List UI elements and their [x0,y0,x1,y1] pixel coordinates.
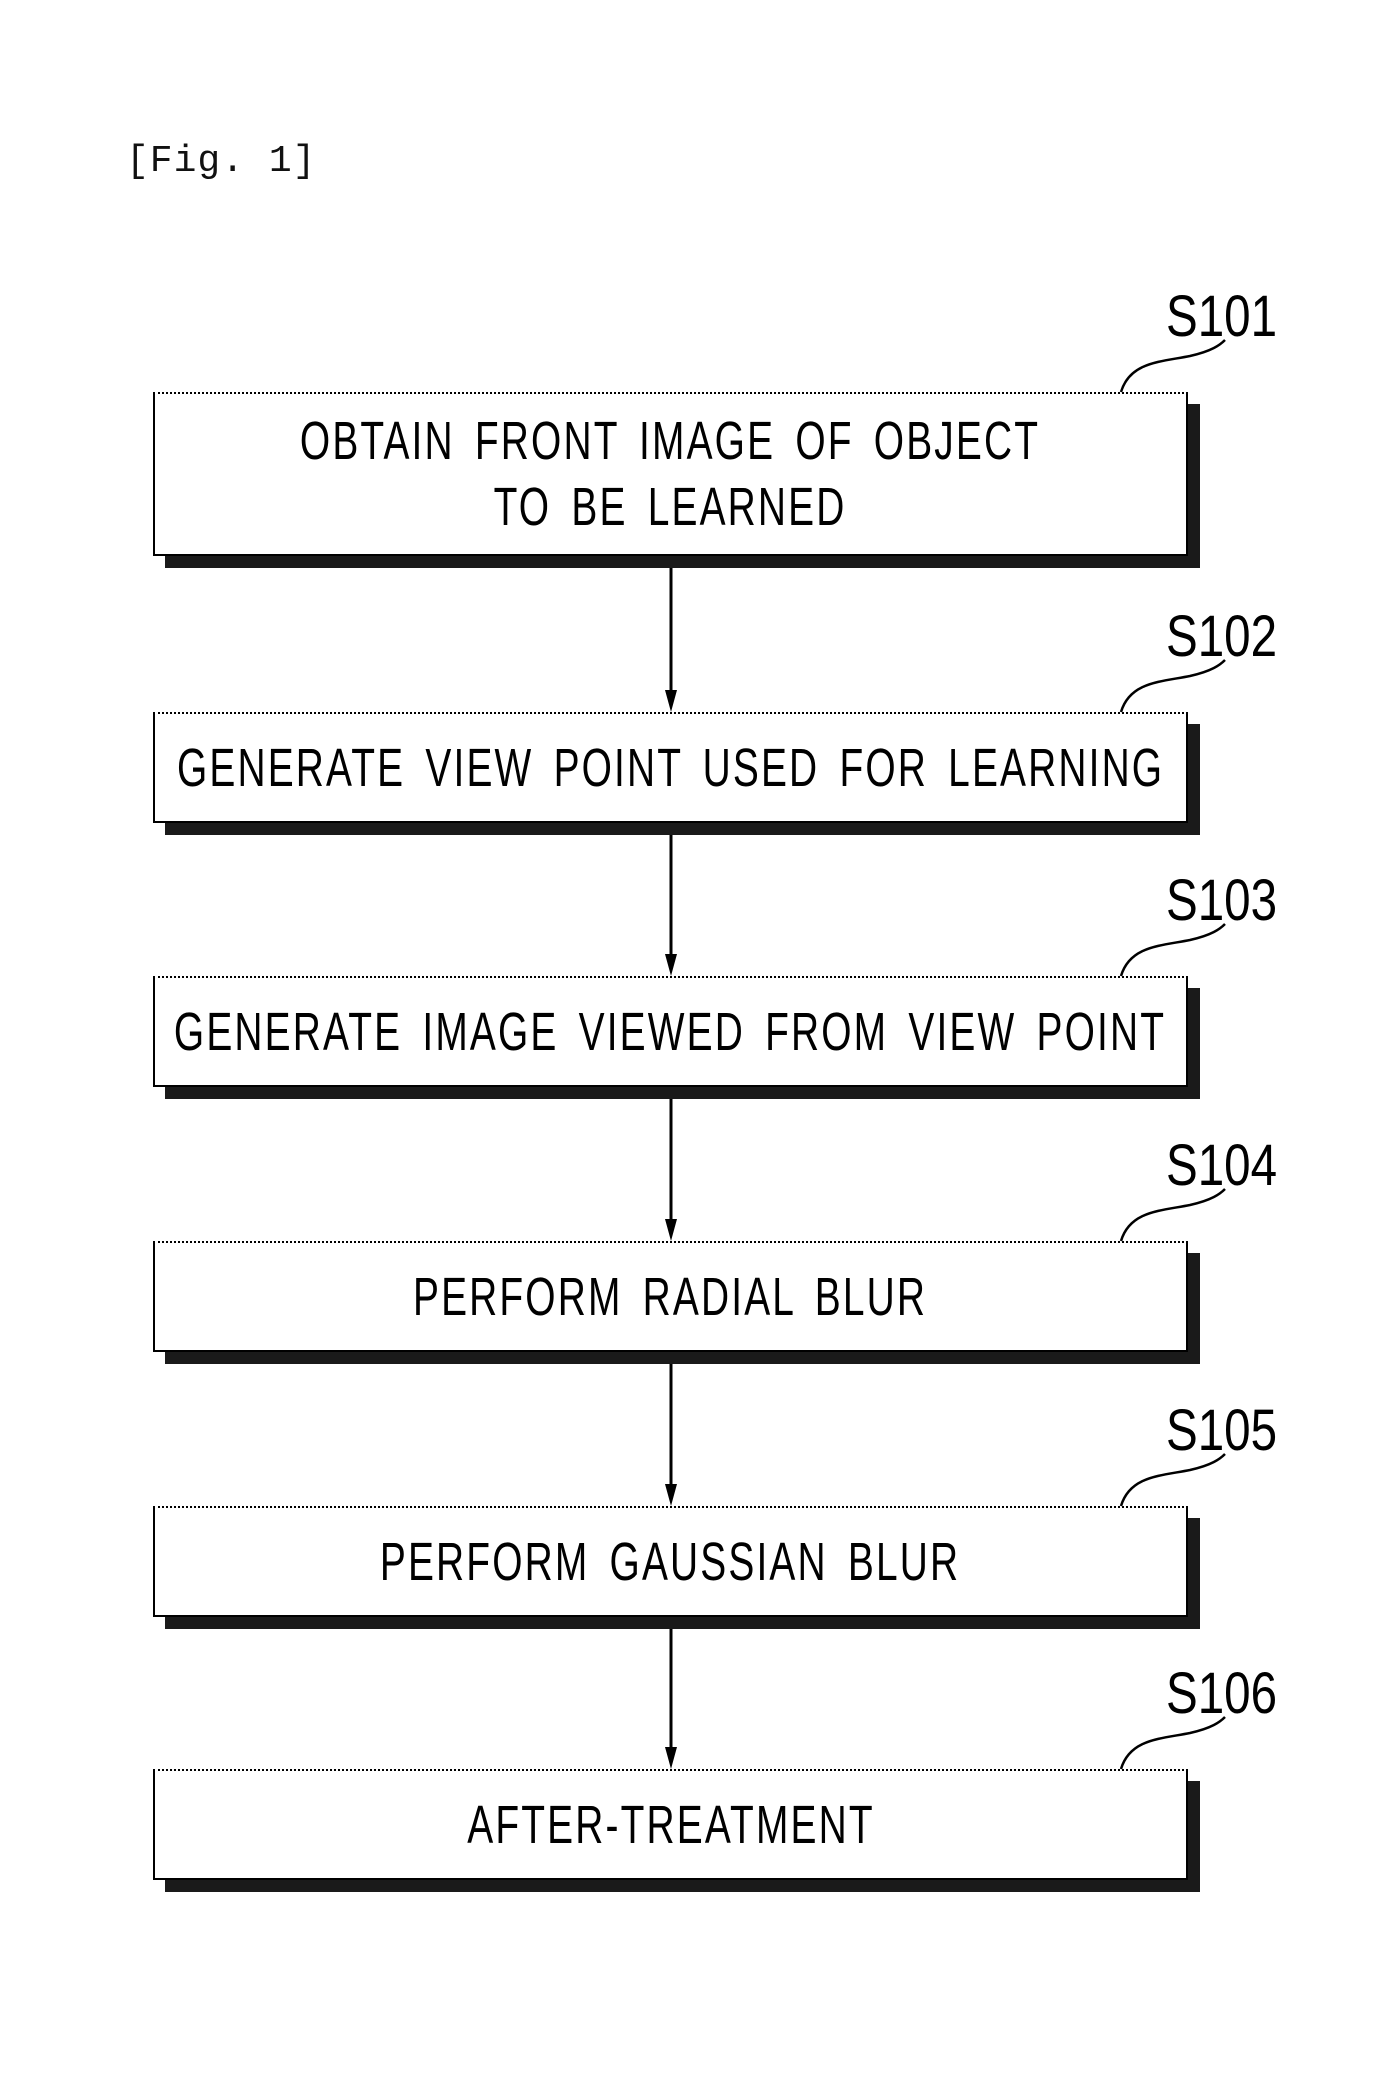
arrowhead-icon [665,1219,677,1241]
step-text: AFTER-TREATMENT [467,1792,874,1858]
step-box-s103: GENERATE IMAGE VIEWED FROM VIEW POINT [153,976,1188,1087]
step-box-s105: PERFORM GAUSSIAN BLUR [153,1506,1188,1617]
step-text: PERFORM RADIAL BLUR [413,1264,927,1330]
step-box-s104: PERFORM RADIAL BLUR [153,1241,1188,1352]
arrowhead-icon [665,1747,677,1769]
figure-label: [Fig. 1] [126,140,317,183]
arrowhead-icon [665,690,677,712]
step-text: GENERATE IMAGE VIEWED FROM VIEW POINT [174,999,1166,1065]
step-label-s103: S103 [1166,868,1278,933]
step-box-s102: GENERATE VIEW POINT USED FOR LEARNING [153,712,1188,823]
arrowhead-icon [665,954,677,976]
step-label-s106: S106 [1166,1661,1278,1726]
step-label-s102: S102 [1166,604,1278,669]
step-text: PERFORM GAUSSIAN BLUR [380,1529,960,1595]
step-text-line: OBTAIN FRONT IMAGE OF OBJECT [300,411,1041,471]
step-text-line: TO BE LEARNED [494,477,847,537]
step-text-line: AFTER-TREATMENT [466,1794,875,1855]
step-text: OBTAIN FRONT IMAGE OF OBJECT TO BE LEARN… [300,408,1040,540]
step-label-s101: S101 [1166,284,1278,349]
step-text: GENERATE VIEW POINT USED FOR LEARNING [177,735,1164,801]
arrowhead-icon [665,1484,677,1506]
step-text-line: GENERATE IMAGE VIEWED FROM VIEW POINT [174,1001,1167,1062]
step-label-s104: S104 [1166,1133,1278,1198]
step-text-line: GENERATE VIEW POINT USED FOR LEARNING [176,737,1165,798]
step-text-line: PERFORM RADIAL BLUR [413,1266,928,1327]
step-label-s105: S105 [1166,1398,1278,1463]
step-box-s101: OBTAIN FRONT IMAGE OF OBJECT TO BE LEARN… [153,392,1188,556]
step-box-s106: AFTER-TREATMENT [153,1769,1188,1880]
step-text-line: PERFORM GAUSSIAN BLUR [380,1531,961,1592]
